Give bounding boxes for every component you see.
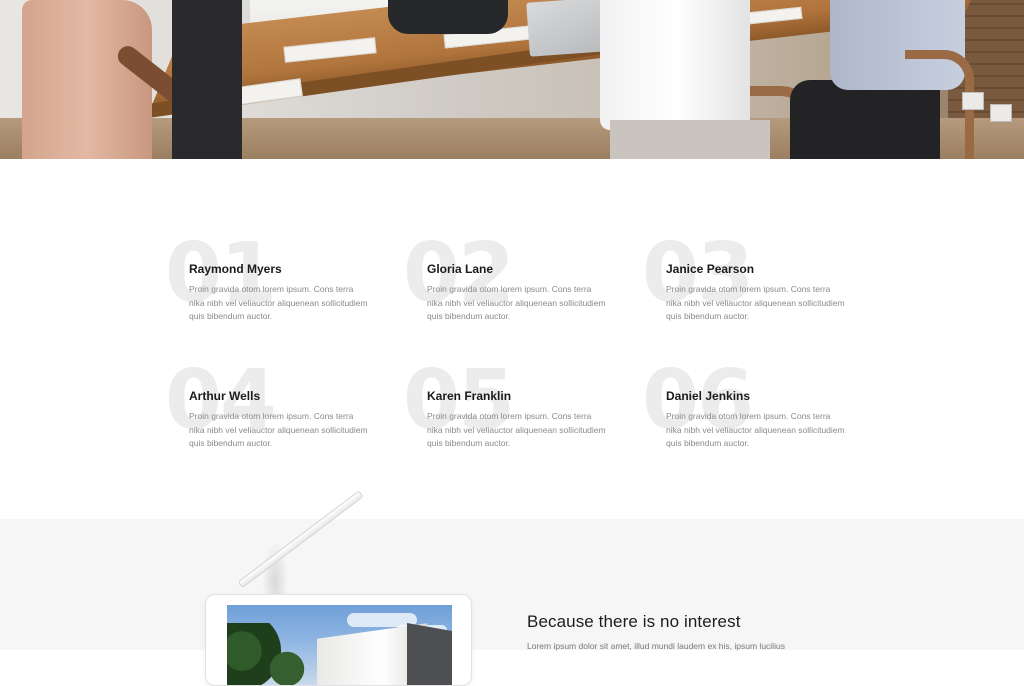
hero-person-seated bbox=[388, 0, 508, 34]
member-description: Proin gravida otom lorem ipsum. Cons ter… bbox=[427, 284, 606, 321]
member-name[interactable]: Daniel Jenkins bbox=[666, 388, 866, 404]
hero-laptop bbox=[526, 0, 608, 57]
feature-body: Lorem ipsum dolor sit amet, illud mundi … bbox=[527, 641, 785, 651]
feature-section: Because there is no interest Lorem ipsum… bbox=[0, 490, 1024, 686]
team-member-card: 05 Karen Franklin Proin gravida otom lor… bbox=[403, 360, 627, 498]
tablet-screen bbox=[227, 605, 452, 685]
member-name[interactable]: Janice Pearson bbox=[666, 261, 866, 277]
team-member-card: 04 Arthur Wells Proin gravida otom lorem… bbox=[165, 360, 389, 498]
team-section: 01 Raymond Myers Proin gravida otom lore… bbox=[0, 159, 1024, 519]
hero-wall-outlet bbox=[962, 92, 984, 110]
tablet-image bbox=[205, 594, 472, 686]
member-name[interactable]: Raymond Myers bbox=[189, 261, 389, 277]
member-description: Proin gravida otom lorem ipsum. Cons ter… bbox=[189, 411, 368, 448]
building bbox=[407, 623, 452, 685]
member-description: Proin gravida otom lorem ipsum. Cons ter… bbox=[666, 284, 845, 321]
member-name[interactable]: Gloria Lane bbox=[427, 261, 627, 277]
member-name[interactable]: Karen Franklin bbox=[427, 388, 627, 404]
hero-person-white-shirt bbox=[600, 0, 750, 130]
member-name[interactable]: Arthur Wells bbox=[189, 388, 389, 404]
member-description: Proin gravida otom lorem ipsum. Cons ter… bbox=[189, 284, 368, 321]
hero-person-suit bbox=[172, 0, 242, 159]
member-description: Proin gravida otom lorem ipsum. Cons ter… bbox=[427, 411, 606, 448]
feature-title: Because there is no interest bbox=[527, 612, 741, 631]
member-description: Proin gravida otom lorem ipsum. Cons ter… bbox=[666, 411, 845, 448]
hero-wall-outlet bbox=[990, 104, 1012, 122]
tree bbox=[257, 639, 317, 685]
hero-image bbox=[0, 0, 1024, 159]
team-member-card: 06 Daniel Jenkins Proin gravida otom lor… bbox=[642, 360, 866, 498]
hero-person-dress bbox=[22, 0, 152, 159]
hero-person-pants bbox=[610, 120, 770, 159]
